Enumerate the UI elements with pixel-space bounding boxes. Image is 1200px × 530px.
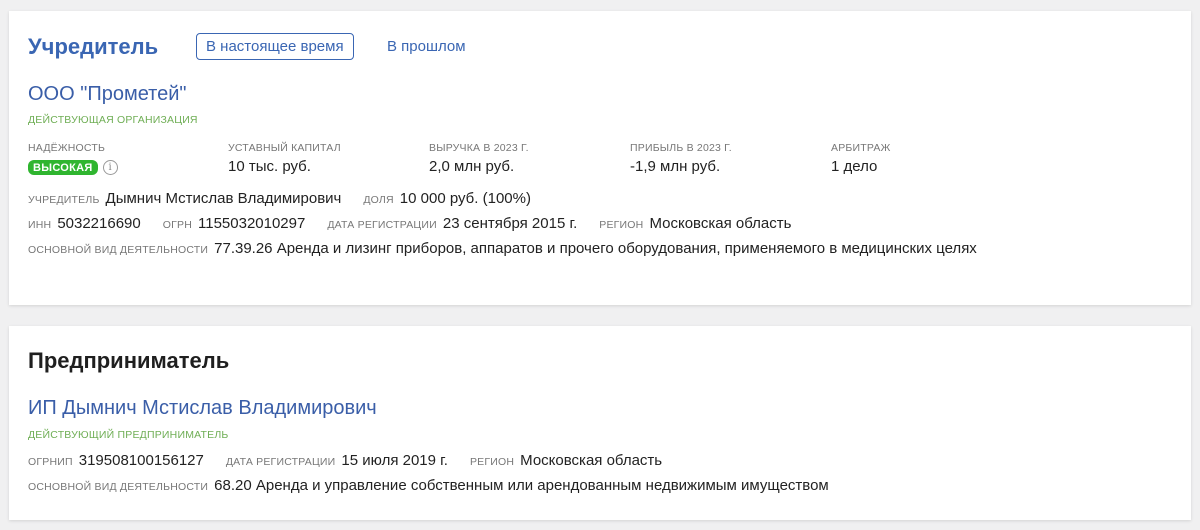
entrepreneur-card: Предприниматель ИП Дымнич Мстислав Влади… <box>9 326 1191 520</box>
metric-value: 10 тыс. руб. <box>228 158 311 175</box>
registry-row: ИНН 5032216690 ОГРН 1155032010297 ДАТА Р… <box>28 215 813 232</box>
entrepreneur-section-title: Предприниматель <box>28 348 230 373</box>
metric-value[interactable]: 1 дело <box>831 158 877 175</box>
region-value: Московская область <box>520 452 663 469</box>
founder-name[interactable]: Дымнич Мстислав Владимирович <box>106 190 342 207</box>
founder-card: Учредитель В настоящее время В прошлом О… <box>9 11 1191 305</box>
reg-date-value: 15 июля 2019 г. <box>341 452 448 469</box>
founder-label: УЧРЕДИТЕЛЬ <box>28 194 100 206</box>
info-icon[interactable]: i <box>102 160 118 175</box>
entrepreneur-name-link[interactable]: ИП Дымнич Мстислав Владимирович <box>28 397 377 420</box>
metric-value: -1,9 млн руб. <box>630 158 721 175</box>
tab-current[interactable]: В настоящее время <box>196 33 354 60</box>
founder-section-title: Учредитель <box>28 34 159 59</box>
org-name-link[interactable]: ООО "Прометей" <box>28 83 187 106</box>
region-label: РЕГИОН <box>469 456 515 468</box>
ogrn-value: 1155032010297 <box>198 215 306 232</box>
reliability-label: НАДЁЖНОСТЬ <box>28 142 106 154</box>
reg-date-label: ДАТА РЕГИСТРАЦИИ <box>225 456 336 468</box>
metric-label: АРБИТРАЖ <box>831 142 891 154</box>
entrepreneur-registry-row: ОГРНИП 319508100156127 ДАТА РЕГИСТРАЦИИ … <box>28 452 684 469</box>
region-label: РЕГИОН <box>599 219 644 231</box>
entrepreneur-activity-row: ОСНОВНОЙ ВИД ДЕЯТЕЛЬНОСТИ 68.20 Аренда и… <box>28 477 851 494</box>
founder-row: УЧРЕДИТЕЛЬ Дымнич Мстислав Владимирович … <box>28 190 553 207</box>
reg-date-value: 23 сентября 2015 г. <box>442 215 578 232</box>
activity-label: ОСНОВНОЙ ВИД ДЕЯТЕЛЬНОСТИ <box>28 244 209 256</box>
share-value: 10 000 руб. (100%) <box>399 190 531 207</box>
inn-label: ИНН <box>28 219 52 231</box>
ogrnip-value: 319508100156127 <box>78 452 204 469</box>
ogrnip-label: ОГРНИП <box>28 456 73 468</box>
reliability-block: ВЫСОКАЯ i <box>28 160 118 175</box>
reliability-badge: ВЫСОКАЯ <box>28 160 98 175</box>
entrepreneur-status: ДЕЙСТВУЮЩИЙ ПРЕДПРИНИМАТЕЛЬ <box>28 429 229 441</box>
activity-row: ОСНОВНОЙ ВИД ДЕЯТЕЛЬНОСТИ 77.39.26 Аренд… <box>28 240 999 257</box>
ogrn-label: ОГРН <box>162 219 192 231</box>
metric-label: ВЫРУЧКА В 2023 Г. <box>429 142 529 154</box>
metric-label: ПРИБЫЛЬ В 2023 Г. <box>630 142 732 154</box>
tab-past[interactable]: В прошлом <box>387 38 466 55</box>
metric-label: УСТАВНЫЙ КАПИТАЛ <box>228 142 341 154</box>
activity-value: 77.39.26 Аренда и лизинг приборов, аппар… <box>214 240 977 257</box>
activity-value: 68.20 Аренда и управление собственным ил… <box>214 477 829 494</box>
metric-value: 2,0 млн руб. <box>429 158 515 175</box>
org-status: ДЕЙСТВУЮЩАЯ ОРГАНИЗАЦИЯ <box>28 114 198 126</box>
region-value: Московская область <box>649 215 792 232</box>
reg-date-label: ДАТА РЕГИСТРАЦИИ <box>327 219 437 231</box>
share-label: ДОЛЯ <box>363 194 394 206</box>
activity-label: ОСНОВНОЙ ВИД ДЕЯТЕЛЬНОСТИ <box>28 481 209 493</box>
inn-value: 5032216690 <box>57 215 141 232</box>
